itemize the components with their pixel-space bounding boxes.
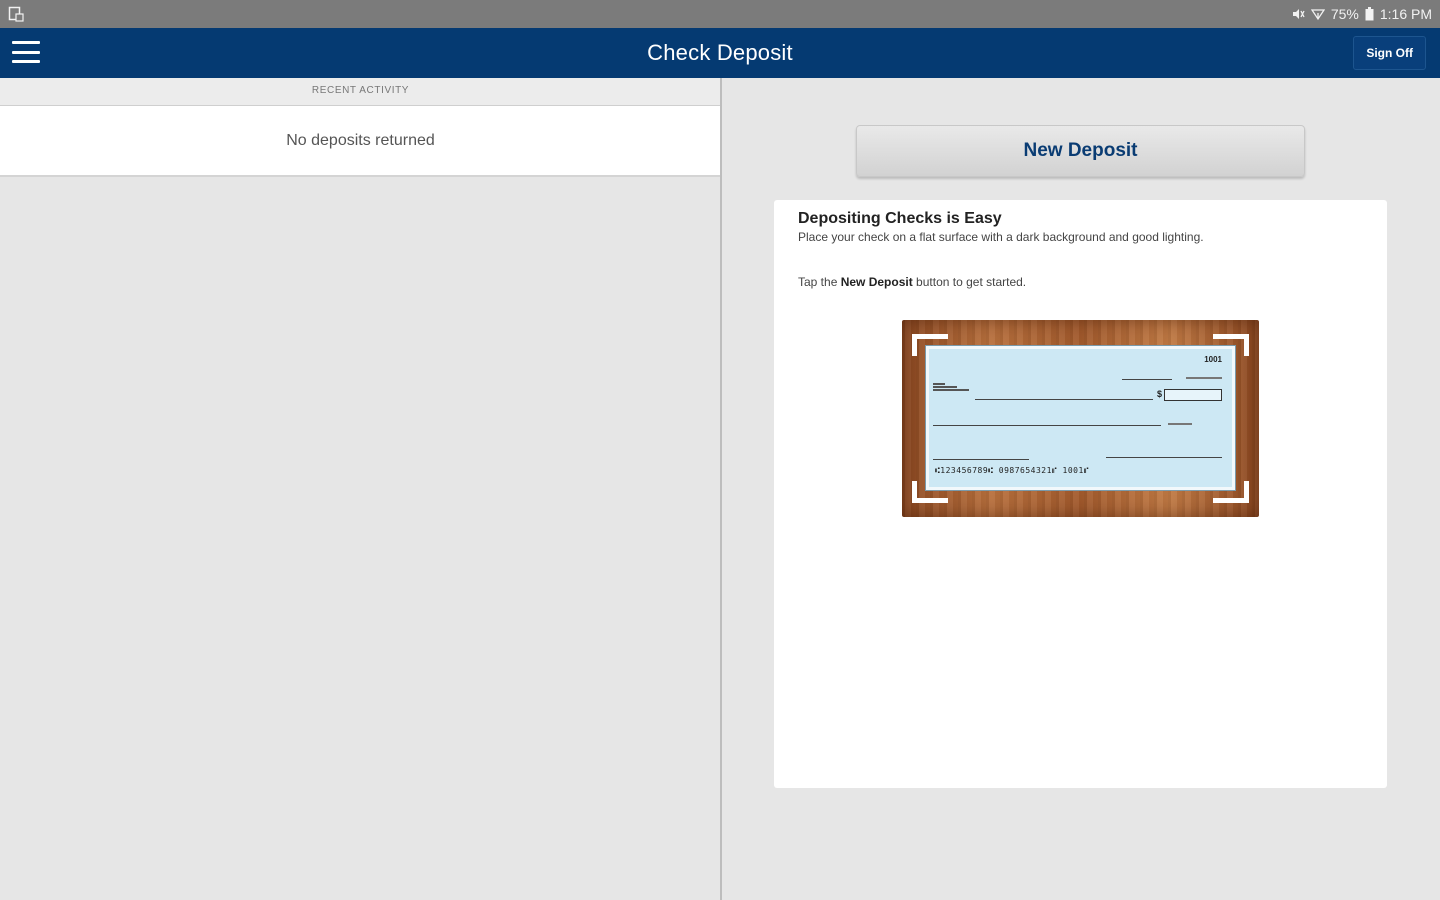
battery-percent: 75% [1330,6,1359,22]
recent-activity-header: RECENT ACTIVITY [0,78,721,106]
page-title: Check Deposit [647,40,793,65]
signature-line [1106,457,1222,458]
screenshot-notification-icon [8,6,24,22]
tap-suffix: button to get started. [912,275,1027,289]
new-deposit-button[interactable]: New Deposit [856,125,1305,177]
tap-instruction: Tap the New Deposit button to get starte… [798,275,1026,289]
check-number: 1001 [1204,355,1222,364]
deposit-pane: New Deposit Depositing Checks is Easy Pl… [722,78,1440,900]
dollar-icon: $ [1156,389,1162,399]
check-illustration: 1001 $ ⑆123456789⑆ 0987654321⑈ 1001⑈ [902,320,1259,517]
micr-line: ⑆123456789⑆ 0987654321⑈ 1001⑈ [935,466,1090,475]
recent-activity-pane: RECENT ACTIVITY No deposits returned [0,78,721,900]
status-icons: 75% 1:16 PM [1291,5,1432,23]
battery-icon [1365,7,1374,21]
card-heading: Depositing Checks is Easy [798,210,1002,227]
amount-box [1164,389,1222,401]
dollars-label [1168,423,1192,425]
instruction-text: Place your check on a flat surface with … [798,230,1204,244]
sample-check: 1001 $ ⑆123456789⑆ 0987654321⑈ 1001⑈ [925,345,1236,491]
clock: 1:16 PM [1379,6,1432,22]
routing-fraction [1186,377,1222,379]
wifi-signal-icon [1310,7,1325,21]
sign-off-button[interactable]: Sign Off [1353,36,1426,70]
mute-icon [1291,7,1305,21]
payee-label-lines [933,382,969,392]
date-line [1122,379,1172,380]
memo-line [933,459,1029,460]
payee-line [975,399,1153,400]
tap-prefix: Tap the [798,275,841,289]
tap-bold-label: New Deposit [840,275,913,289]
app-bar: Check Deposit Sign Off [0,28,1440,78]
written-amount-line [933,425,1161,426]
instructions-card: Depositing Checks is Easy Place your che… [774,200,1387,788]
no-deposits-message: No deposits returned [0,106,721,177]
status-bar: 75% 1:16 PM [0,0,1440,28]
